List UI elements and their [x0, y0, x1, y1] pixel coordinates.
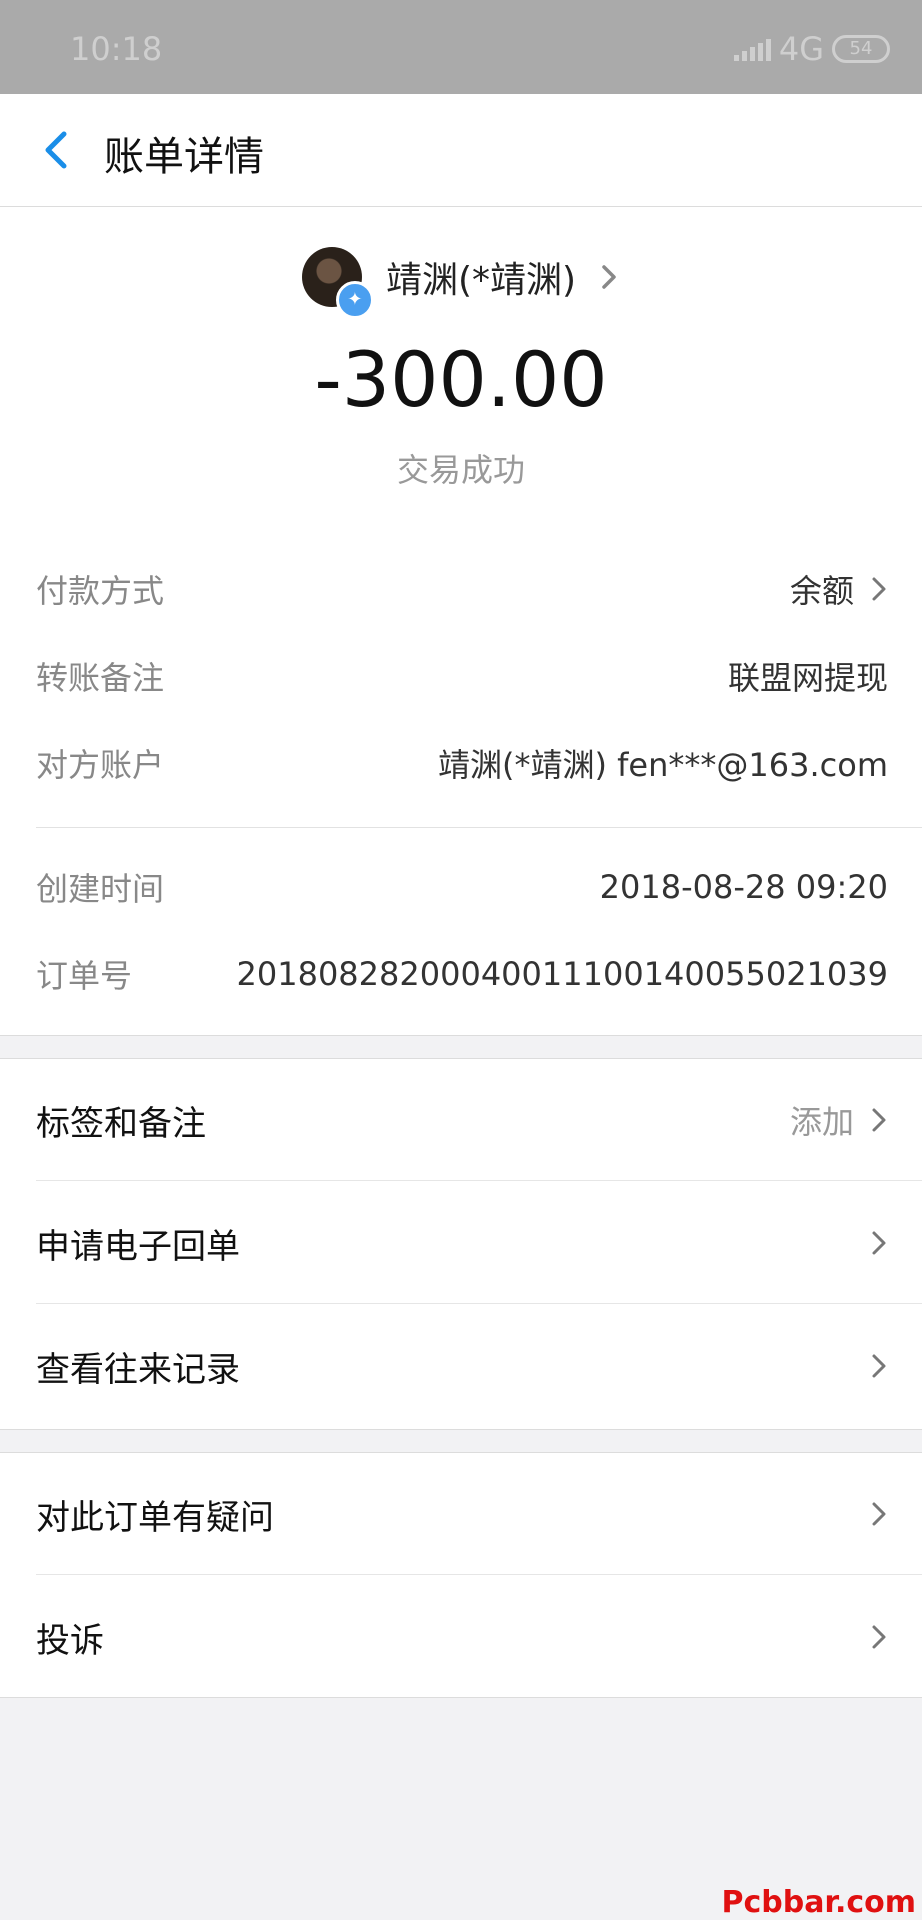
watermark: Pcbbar.com	[721, 1885, 916, 1920]
order-number-label: 订单号	[36, 957, 133, 995]
chevron-right-icon	[872, 1625, 886, 1649]
divider	[36, 827, 922, 828]
bill-summary-card: ✦ 靖渊(*靖渊) -300.00 交易成功 付款方式 余额 转账备注 联盟网提…	[0, 207, 922, 1036]
created-time-row: 创建时间 2018-08-28 09:20	[36, 857, 888, 917]
chevron-left-icon[interactable]	[30, 122, 86, 178]
payee-row[interactable]: ✦ 靖渊(*靖渊)	[0, 237, 922, 319]
chevron-right-icon	[872, 1108, 886, 1132]
actions-group-1: 标签和备注 添加 申请电子回单 查看往来记录	[0, 1058, 922, 1430]
order-question-item[interactable]: 对此订单有疑问	[36, 1453, 922, 1575]
payment-method-text: 余额	[789, 572, 854, 610]
transfer-note-label: 转账备注	[36, 659, 165, 697]
divider	[36, 1574, 922, 1575]
status-time: 10:18	[70, 30, 163, 68]
amount: -300.00	[314, 335, 608, 424]
order-number-value: 20180828200040011100140055021039	[236, 955, 889, 993]
divider	[36, 1303, 922, 1304]
history-item[interactable]: 查看往来记录	[36, 1305, 888, 1427]
add-text: 添加	[789, 1103, 854, 1141]
order-question-label: 对此订单有疑问	[36, 1497, 274, 1538]
status-indicators: 4G 54	[733, 30, 890, 68]
nav-bar: 账单详情	[0, 94, 922, 207]
chevron-right-icon	[872, 1231, 886, 1255]
created-time-label: 创建时间	[36, 870, 165, 908]
history-label: 查看往来记录	[36, 1349, 240, 1390]
tags-notes-label: 标签和备注	[36, 1103, 206, 1144]
signal-icon	[733, 37, 771, 61]
counterparty-row: 对方账户 靖渊(*靖渊) fen***@163.com	[36, 733, 888, 793]
transfer-note-value: 联盟网提现	[727, 659, 888, 697]
network-type: 4G	[778, 30, 824, 68]
actions-group-2: 对此订单有疑问 投诉	[0, 1452, 922, 1698]
tags-notes-item[interactable]: 标签和备注 添加	[36, 1059, 922, 1181]
page-title: 账单详情	[104, 134, 264, 180]
created-time-value: 2018-08-28 09:20	[599, 868, 888, 906]
tags-notes-hint: 添加	[790, 1097, 888, 1143]
chevron-right-icon	[872, 577, 886, 601]
payment-method-value: 余额	[790, 566, 888, 612]
payment-method-row[interactable]: 付款方式 余额	[36, 559, 888, 619]
e-receipt-item[interactable]: 申请电子回单	[36, 1182, 922, 1304]
payment-method-label: 付款方式	[36, 572, 165, 610]
status-bar: 10:18 4G 54	[0, 0, 922, 94]
transaction-status: 交易成功	[396, 451, 525, 489]
chevron-right-icon	[872, 1354, 886, 1378]
order-number-row: 订单号 20180828200040011100140055021039	[36, 944, 888, 1004]
e-receipt-label: 申请电子回单	[36, 1226, 240, 1267]
verified-badge-icon: ✦	[335, 281, 374, 319]
avatar: ✦	[301, 247, 374, 319]
chevron-right-icon	[872, 1502, 886, 1526]
complaint-label: 投诉	[36, 1620, 104, 1661]
counterparty-label: 对方账户	[36, 746, 165, 784]
divider	[36, 1180, 922, 1181]
battery-icon: 54	[832, 35, 890, 63]
transfer-note-row: 转账备注 联盟网提现	[36, 646, 888, 706]
counterparty-value: 靖渊(*靖渊) fen***@163.com	[438, 746, 888, 784]
chevron-right-icon	[602, 265, 616, 289]
complaint-item[interactable]: 投诉	[36, 1576, 888, 1698]
payee-name: 靖渊(*靖渊)	[385, 260, 577, 301]
